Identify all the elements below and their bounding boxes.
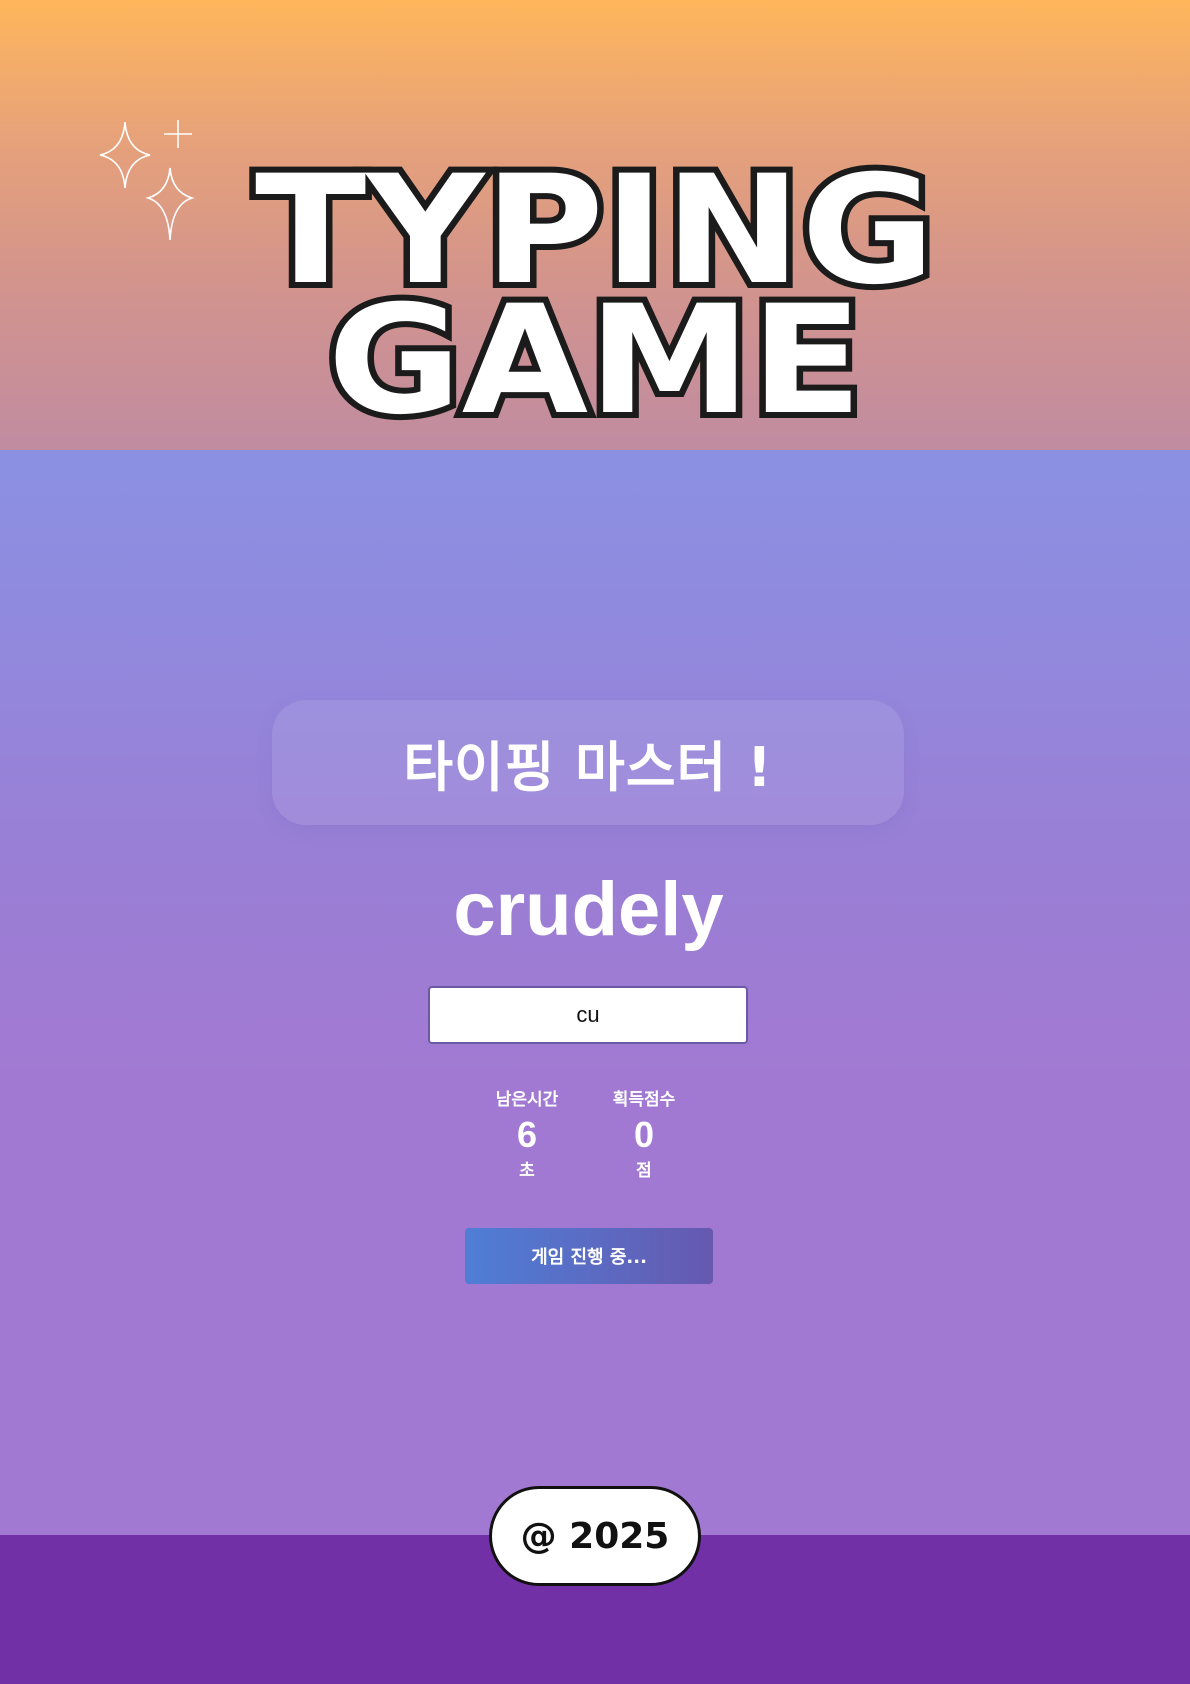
stats-panel: 남은시간 6 초 획득점수 0 점 <box>472 1088 705 1198</box>
score-label: 획득점수 <box>612 1090 676 1110</box>
copyright-badge: @ 2025 <box>489 1486 701 1586</box>
game-status-button[interactable]: 게임 진행 중... <box>465 1228 713 1284</box>
game-banner: 타이핑 마스터 ! <box>272 700 904 825</box>
time-label: 남은시간 <box>495 1090 559 1110</box>
score-unit: 점 <box>636 1161 652 1181</box>
score-value: 0 <box>633 1114 655 1155</box>
typing-input[interactable] <box>428 986 748 1044</box>
time-value: 6 <box>516 1114 538 1155</box>
header-banner: TYPING GAME <box>0 0 1190 450</box>
time-remaining: 남은시간 6 초 <box>472 1088 582 1184</box>
score: 획득점수 0 점 <box>589 1088 699 1184</box>
time-unit: 초 <box>519 1161 535 1181</box>
game-title: TYPING GAME <box>249 138 941 450</box>
title-line-game: GAME <box>328 274 863 448</box>
target-word: crudely <box>453 867 724 952</box>
game-panel: 타이핑 마스터 ! crudely 남은시간 6 초 획득점수 0 점 게임 진… <box>0 450 1190 1535</box>
